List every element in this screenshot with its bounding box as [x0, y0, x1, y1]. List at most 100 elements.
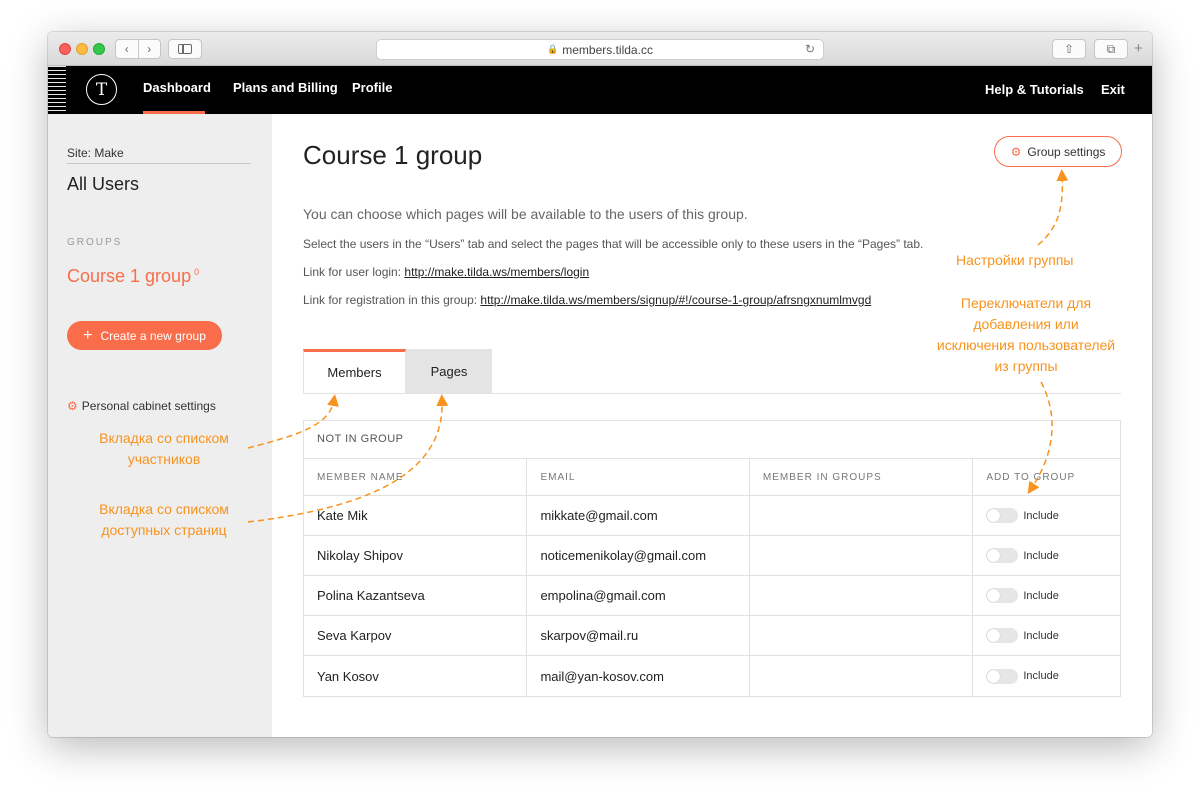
- tab-members[interactable]: Members: [303, 349, 406, 393]
- include-toggle[interactable]: [986, 668, 1019, 684]
- members-table: NOT IN GROUP MEMBER NAME EMAIL MEMBER IN…: [303, 420, 1121, 697]
- maximize-window-button[interactable]: [93, 43, 105, 55]
- group-name: Course 1 group: [67, 266, 192, 286]
- address-bar[interactable]: 🔒 members.tilda.cc ↻: [376, 39, 824, 60]
- login-link-label: Link for user login:: [303, 265, 405, 279]
- include-label: Include: [1023, 509, 1059, 522]
- member-groups: [750, 616, 974, 655]
- add-to-group-cell: Include: [973, 616, 1120, 655]
- add-to-group-cell: Include: [973, 496, 1120, 535]
- forward-icon[interactable]: ›: [139, 40, 161, 58]
- annotation-text: Переключатели для: [960, 295, 1092, 311]
- tab-instructions: Select the users in the “Users” tab and …: [303, 237, 924, 251]
- include-toggle[interactable]: [986, 508, 1019, 523]
- member-groups: [750, 576, 974, 615]
- tab-divider: [303, 393, 1121, 394]
- table-header-row: MEMBER NAME EMAIL MEMBER IN GROUPS ADD T…: [304, 459, 1120, 496]
- registration-link[interactable]: http://make.tilda.ws/members/signup/#!/c…: [480, 293, 871, 307]
- section-title: NOT IN GROUP: [304, 421, 1120, 459]
- member-email: noticemenikolay@gmail.com: [527, 536, 750, 575]
- nav-profile[interactable]: Profile: [352, 66, 392, 114]
- registration-link-label: Link for registration in this group:: [303, 293, 481, 307]
- member-email: skarpov@mail.ru: [527, 616, 750, 655]
- browser-window: ‹ › 🔒 members.tilda.cc ↻ ⇧ ⧉ + T Dashboa…: [48, 32, 1152, 737]
- login-link-row: Link for user login: http://make.tilda.w…: [303, 265, 589, 279]
- member-email: mikkate@gmail.com: [527, 496, 750, 535]
- add-to-group-cell: Include: [973, 536, 1120, 575]
- tilda-logo[interactable]: T: [86, 74, 117, 105]
- create-group-button[interactable]: + Create a new group: [67, 321, 222, 350]
- gear-icon: ⚙: [1010, 144, 1022, 159]
- main-content: Course 1 group ⚙ Group settings You can …: [272, 114, 1152, 737]
- browser-toolbar: ‹ › 🔒 members.tilda.cc ↻ ⇧ ⧉ +: [48, 32, 1152, 66]
- cabinet-settings-link[interactable]: ⚙ Personal cabinet settings: [67, 399, 216, 413]
- sidebar-icon: [178, 44, 192, 54]
- back-icon[interactable]: ‹: [116, 40, 139, 58]
- sidebar: Site: Make All Users GROUPS Course 1 gro…: [48, 114, 272, 737]
- table-row: Seva Karpov skarpov@mail.ru Include: [304, 616, 1120, 656]
- share-icon: ⇧: [1063, 42, 1075, 56]
- add-to-group-cell: Include: [973, 656, 1120, 696]
- share-button[interactable]: ⇧: [1052, 39, 1086, 59]
- table-body: Kate Mik mikkate@gmail.com Include Nikolay …: [304, 496, 1120, 696]
- member-email: empolina@gmail.com: [527, 576, 750, 615]
- include-label: Include: [1023, 549, 1059, 562]
- annotation-text: участников: [127, 451, 201, 467]
- member-email: mail@yan-kosov.com: [527, 656, 750, 696]
- column-header-add: ADD TO GROUP: [986, 471, 1076, 483]
- include-label: Include: [1023, 629, 1059, 642]
- login-link[interactable]: http://make.tilda.ws/members/login: [404, 265, 589, 279]
- nav-exit[interactable]: Exit: [1101, 66, 1125, 114]
- plus-icon: +: [83, 326, 93, 344]
- decorative-pattern: [48, 66, 66, 114]
- group-description: You can choose which pages will be avail…: [303, 206, 748, 222]
- tab-pages[interactable]: Pages: [406, 349, 492, 393]
- annotation-text: Вкладка со списком: [99, 501, 229, 517]
- nav-plans-billing[interactable]: Plans and Billing: [233, 66, 338, 114]
- registration-link-row: Link for registration in this group: htt…: [303, 293, 871, 307]
- close-window-button[interactable]: [59, 43, 71, 55]
- include-toggle[interactable]: [986, 588, 1019, 603]
- groups-heading: GROUPS: [67, 237, 123, 248]
- create-group-label: Create a new group: [100, 328, 206, 343]
- show-tabs-button[interactable]: ⧉: [1094, 39, 1128, 59]
- nav-dashboard[interactable]: Dashboard: [143, 66, 211, 114]
- include-label: Include: [1023, 589, 1059, 602]
- annotation-text: доступных страниц: [101, 522, 227, 538]
- new-tab-icon[interactable]: +: [1134, 40, 1143, 57]
- table-row: Yan Kosov mail@yan-kosov.com Include: [304, 656, 1120, 696]
- annotation-members-tab: Вкладка со списком участников: [84, 428, 244, 470]
- add-to-group-cell: Include: [973, 576, 1120, 615]
- member-name: Yan Kosov: [304, 656, 528, 696]
- url-text: members.tilda.cc: [562, 42, 653, 57]
- logo-glyph: T: [95, 79, 108, 100]
- include-toggle[interactable]: [986, 628, 1019, 643]
- table-row: Polina Kazantseva empolina@gmail.com Inclu…: [304, 576, 1120, 616]
- include-toggle[interactable]: [986, 548, 1019, 563]
- group-link[interactable]: Course 1 group 0: [67, 266, 199, 287]
- group-count-badge: 0: [194, 267, 200, 277]
- annotation-text: из группы: [994, 358, 1058, 374]
- minimize-window-button[interactable]: [76, 43, 88, 55]
- member-name: Nikolay Shipov: [304, 536, 528, 575]
- group-settings-button[interactable]: ⚙ Group settings: [994, 136, 1122, 167]
- table-row: Nikolay Shipov noticemenikolay@gmail.com I…: [304, 536, 1120, 576]
- site-label: Site: Make: [67, 146, 251, 164]
- cabinet-settings-label: Personal cabinet settings: [81, 399, 216, 413]
- annotation-group-settings: Настройки группы: [956, 252, 1074, 268]
- table-row: Kate Mik mikkate@gmail.com Include: [304, 496, 1120, 536]
- all-users-link[interactable]: All Users: [67, 174, 139, 195]
- group-settings-label: Group settings: [1027, 144, 1106, 159]
- annotation-toggles: Переключатели для добавления или исключе…: [926, 293, 1126, 377]
- column-header-name: MEMBER NAME: [304, 459, 528, 495]
- history-nav: ‹ ›: [115, 39, 161, 59]
- annotation-pages-tab: Вкладка со списком доступных страниц: [84, 499, 244, 541]
- member-name: Polina Kazantseva: [304, 576, 528, 615]
- lock-icon: 🔒: [547, 44, 559, 54]
- app-header: T Dashboard Plans and Billing Profile He…: [48, 66, 1152, 114]
- tabs-icon: ⧉: [1106, 41, 1116, 56]
- sidebar-toggle-button[interactable]: [168, 39, 202, 59]
- nav-help-tutorials[interactable]: Help & Tutorials: [985, 66, 1084, 114]
- reload-icon[interactable]: ↻: [805, 42, 815, 56]
- column-header-groups: MEMBER IN GROUPS: [750, 459, 974, 495]
